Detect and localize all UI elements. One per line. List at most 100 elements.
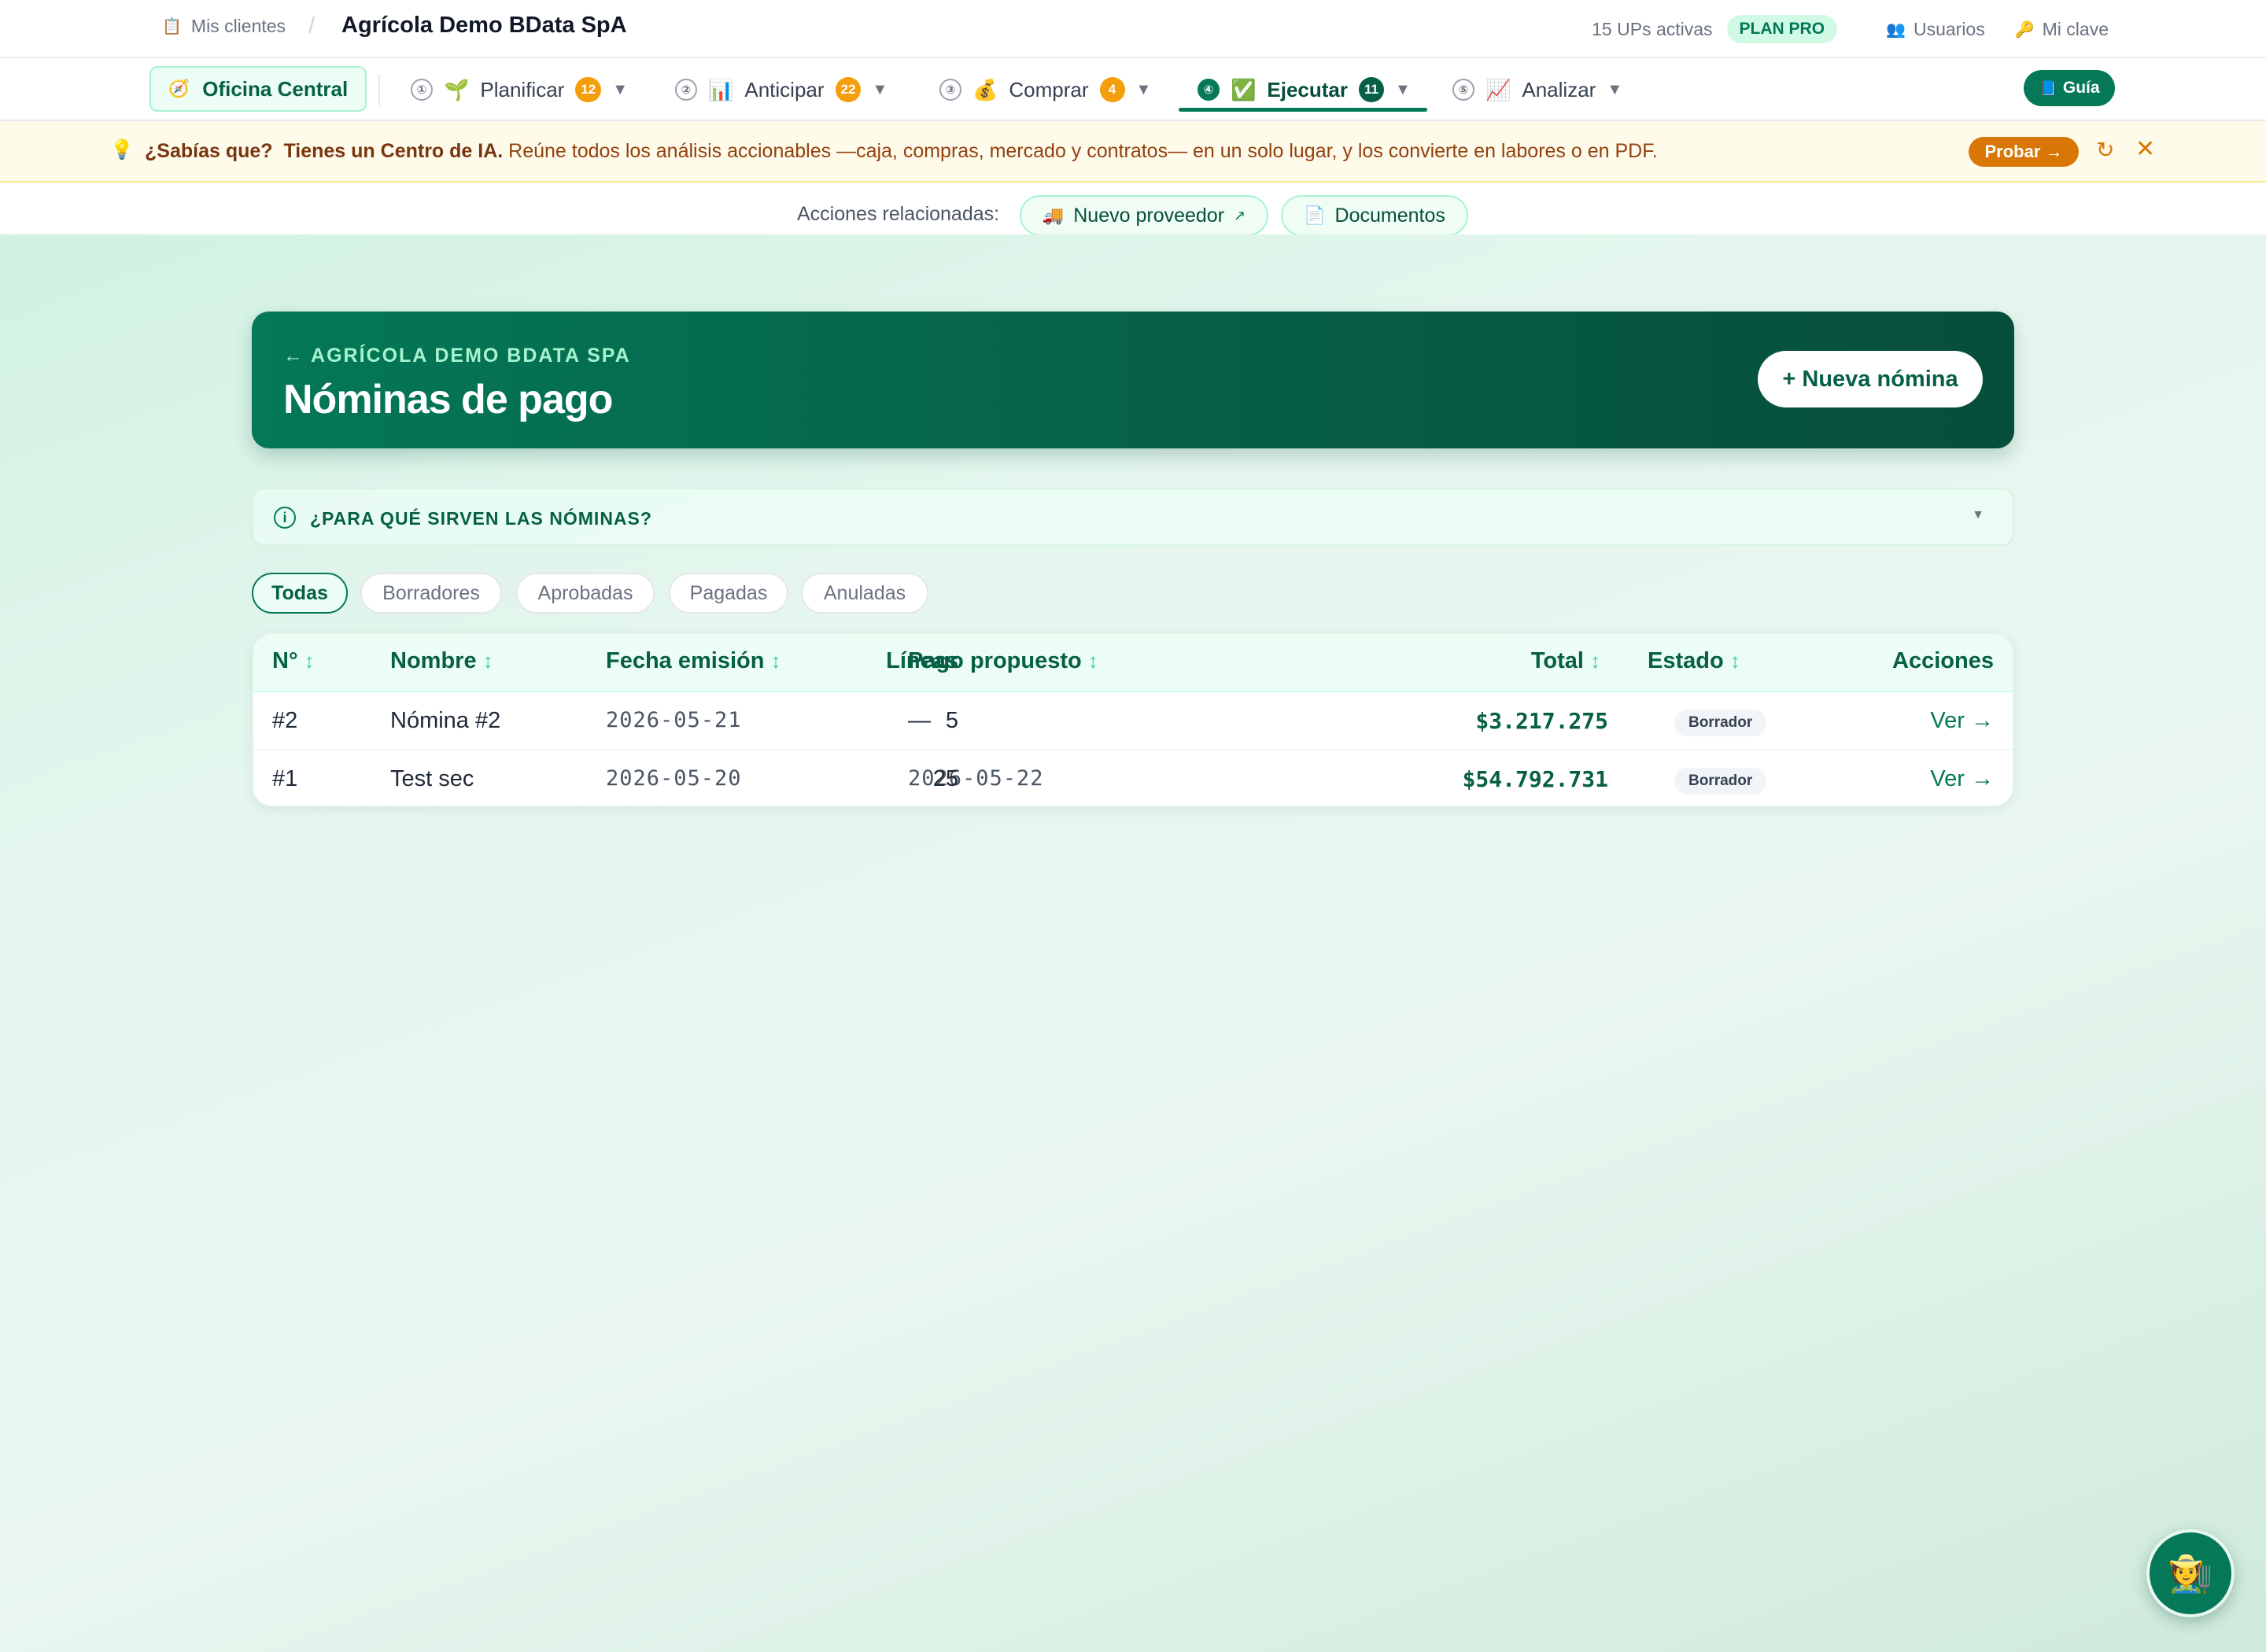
chevron-down-icon: ▼ (1972, 508, 1984, 522)
guide-label: Guía (2062, 79, 2100, 97)
cell-proposed-payment: 2026-05-22 (908, 766, 1044, 791)
col-lines-label: Líneas (886, 648, 958, 673)
nav-badge-ejecutar: 11 (1358, 77, 1384, 102)
documents-label: Documentos (1334, 204, 1445, 227)
view-link[interactable]: Ver → (1930, 708, 1994, 734)
book-icon: 📘 (2039, 79, 2057, 96)
filter-approved[interactable]: Aprobadas (516, 573, 655, 614)
step-1-icon: ① (411, 79, 433, 101)
filter-cancelled[interactable]: Anuladas (801, 573, 928, 614)
refresh-icon[interactable]: ↻ (2096, 137, 2114, 163)
tip-text: ¿Sabías que? Tienes un Centro de IA. Reú… (145, 140, 1658, 163)
client-name: Agrícola Demo BData SpA (341, 13, 627, 38)
table-header: N° ↕ Nombre ↕ Fecha emisión ↕ Pago propu… (253, 634, 2013, 692)
step-2-icon: ② (675, 79, 697, 101)
my-clients-link[interactable]: 📋 Mis clientes (162, 16, 286, 37)
guide-button[interactable]: 📘 Guía (2024, 70, 2115, 106)
payroll-info-accordion[interactable]: i ¿PARA QUÉ SIRVEN LAS NÓMINAS? ▼ (252, 488, 2014, 546)
col-actions: Acciones (1892, 648, 1994, 674)
compass-icon: 🧭 (168, 79, 190, 98)
documents-button[interactable]: 📄 Documentos (1281, 195, 1468, 236)
step-3-icon: ③ (939, 79, 961, 101)
external-link-icon: ↗ (1234, 207, 1246, 223)
col-actions-label: Acciones (1892, 648, 1994, 673)
new-supplier-button[interactable]: 🚚 Nuevo proveedor ↗ (1020, 195, 1268, 236)
nav-badge-comprar: 4 (1099, 77, 1125, 102)
nav-item-planificar[interactable]: ① 🌱 Planificar 12 ▼ (411, 58, 628, 121)
tip-try-button[interactable]: Probar → (1969, 137, 2079, 167)
check-icon: ✅ (1231, 77, 1257, 101)
seedling-icon: 🌱 (444, 77, 470, 101)
cell-issue-date: 2026-05-20 (606, 766, 742, 791)
filter-drafts[interactable]: Borradores (360, 573, 502, 614)
col-name-label: Nombre (390, 648, 477, 673)
chevron-down-icon[interactable]: ▼ (872, 81, 888, 99)
cell-proposed-payment: — (908, 708, 931, 733)
col-total-label: Total (1530, 648, 1584, 673)
central-office-button[interactable]: 🧭 Oficina Central (149, 66, 367, 112)
cell-name: Nómina #2 (390, 708, 501, 733)
my-clients-label: Mis clientes (190, 16, 286, 36)
view-link[interactable]: Ver → (1930, 766, 1994, 792)
status-badge: Borrador (1674, 710, 1767, 736)
users-link[interactable]: 👥 Usuarios (1886, 19, 1985, 40)
col-number[interactable]: N° ↕ (272, 648, 315, 674)
col-issue-date[interactable]: Fecha emisión ↕ (606, 648, 781, 674)
assistant-button[interactable]: 🧑‍🌾 (2146, 1529, 2235, 1617)
close-icon[interactable]: ✕ (2135, 135, 2155, 163)
chevron-down-icon[interactable]: ▼ (1136, 81, 1152, 99)
central-office-label: Oficina Central (202, 76, 349, 101)
table-row[interactable]: #1 Test sec 2026-05-20 2026-05-22 25 $54… (253, 750, 2013, 806)
plan-badge: PLAN PRO (1726, 15, 1838, 43)
nav-item-anticipar[interactable]: ② 📊 Anticipar 22 ▼ (675, 58, 888, 121)
filter-paid[interactable]: Pagadas (669, 573, 788, 614)
step-5-icon: ⑤ (1452, 79, 1474, 101)
filter-all[interactable]: Todas (252, 573, 348, 614)
chevron-down-icon[interactable]: ▼ (1607, 81, 1622, 99)
col-status-label: Estado (1648, 648, 1724, 673)
document-icon: 📄 (1304, 205, 1326, 225)
new-supplier-label: Nuevo proveedor (1073, 204, 1225, 227)
my-password-link[interactable]: 🔑 Mi clave (2015, 19, 2109, 40)
table-row[interactable]: #2 Nómina #2 2026-05-21 — 5 $3.217.275 B… (253, 692, 2013, 750)
nav-label-comprar: Comprar (1009, 77, 1089, 101)
top-bar: 📋 Mis clientes / Agrícola Demo BData SpA… (0, 0, 2266, 58)
sort-icon: ↕ (482, 649, 493, 673)
trend-chart-icon: 📈 (1485, 77, 1511, 101)
col-issue-date-label: Fecha emisión (606, 648, 765, 673)
top-right-group: 15 UPs activas PLAN PRO 👥 Usuarios 🔑 Mi … (1592, 0, 2109, 58)
tip-lead: ¿Sabías que? (145, 140, 273, 162)
col-name[interactable]: Nombre ↕ (390, 648, 493, 674)
cell-number: #1 (272, 766, 298, 791)
step-4-icon: ④ (1198, 79, 1220, 101)
nav-item-ejecutar[interactable]: ④ ✅ Ejecutar 11 ▼ (1198, 58, 1411, 121)
farmer-icon: 🧑‍🌾 (2168, 1552, 2213, 1594)
back-to-client-link[interactable]: ← AGRÍCOLA DEMO BDATA SPA (283, 345, 631, 367)
chevron-down-icon[interactable]: ▼ (612, 81, 628, 99)
nav-badge-planificar: 12 (575, 77, 602, 102)
sort-icon: ↕ (1729, 649, 1740, 673)
col-number-label: N° (272, 648, 298, 673)
money-bag-icon: 💰 (972, 77, 998, 101)
cell-number: #2 (272, 708, 298, 733)
sort-icon: ↕ (1590, 649, 1600, 673)
users-icon: 👥 (1886, 20, 1906, 39)
sort-icon: ↕ (770, 649, 781, 673)
nav-item-comprar[interactable]: ③ 💰 Comprar 4 ▼ (939, 58, 1151, 121)
col-lines: Líneas (886, 648, 958, 674)
col-total[interactable]: Total ↕ (1531, 648, 1600, 674)
key-icon: 🔑 (2014, 20, 2035, 39)
tip-banner: 💡 ¿Sabías que? Tienes un Centro de IA. R… (0, 121, 2266, 183)
nav-label-anticipar: Anticipar (744, 77, 825, 101)
active-nav-underline (1179, 108, 1427, 112)
new-payroll-button[interactable]: + Nueva nómina (1758, 351, 1983, 407)
status-badge: Borrador (1674, 768, 1767, 795)
cell-total: $3.217.275 (1475, 708, 1608, 734)
info-icon: i (274, 507, 296, 529)
nav-item-analizar[interactable]: ⑤ 📈 Analizar ▼ (1452, 58, 1622, 121)
cell-lines: 5 (945, 708, 958, 733)
nav-badge-anticipar: 22 (835, 77, 862, 102)
cell-issue-date: 2026-05-21 (606, 708, 742, 732)
chevron-down-icon[interactable]: ▼ (1395, 81, 1411, 99)
col-status[interactable]: Estado ↕ (1648, 648, 1740, 674)
